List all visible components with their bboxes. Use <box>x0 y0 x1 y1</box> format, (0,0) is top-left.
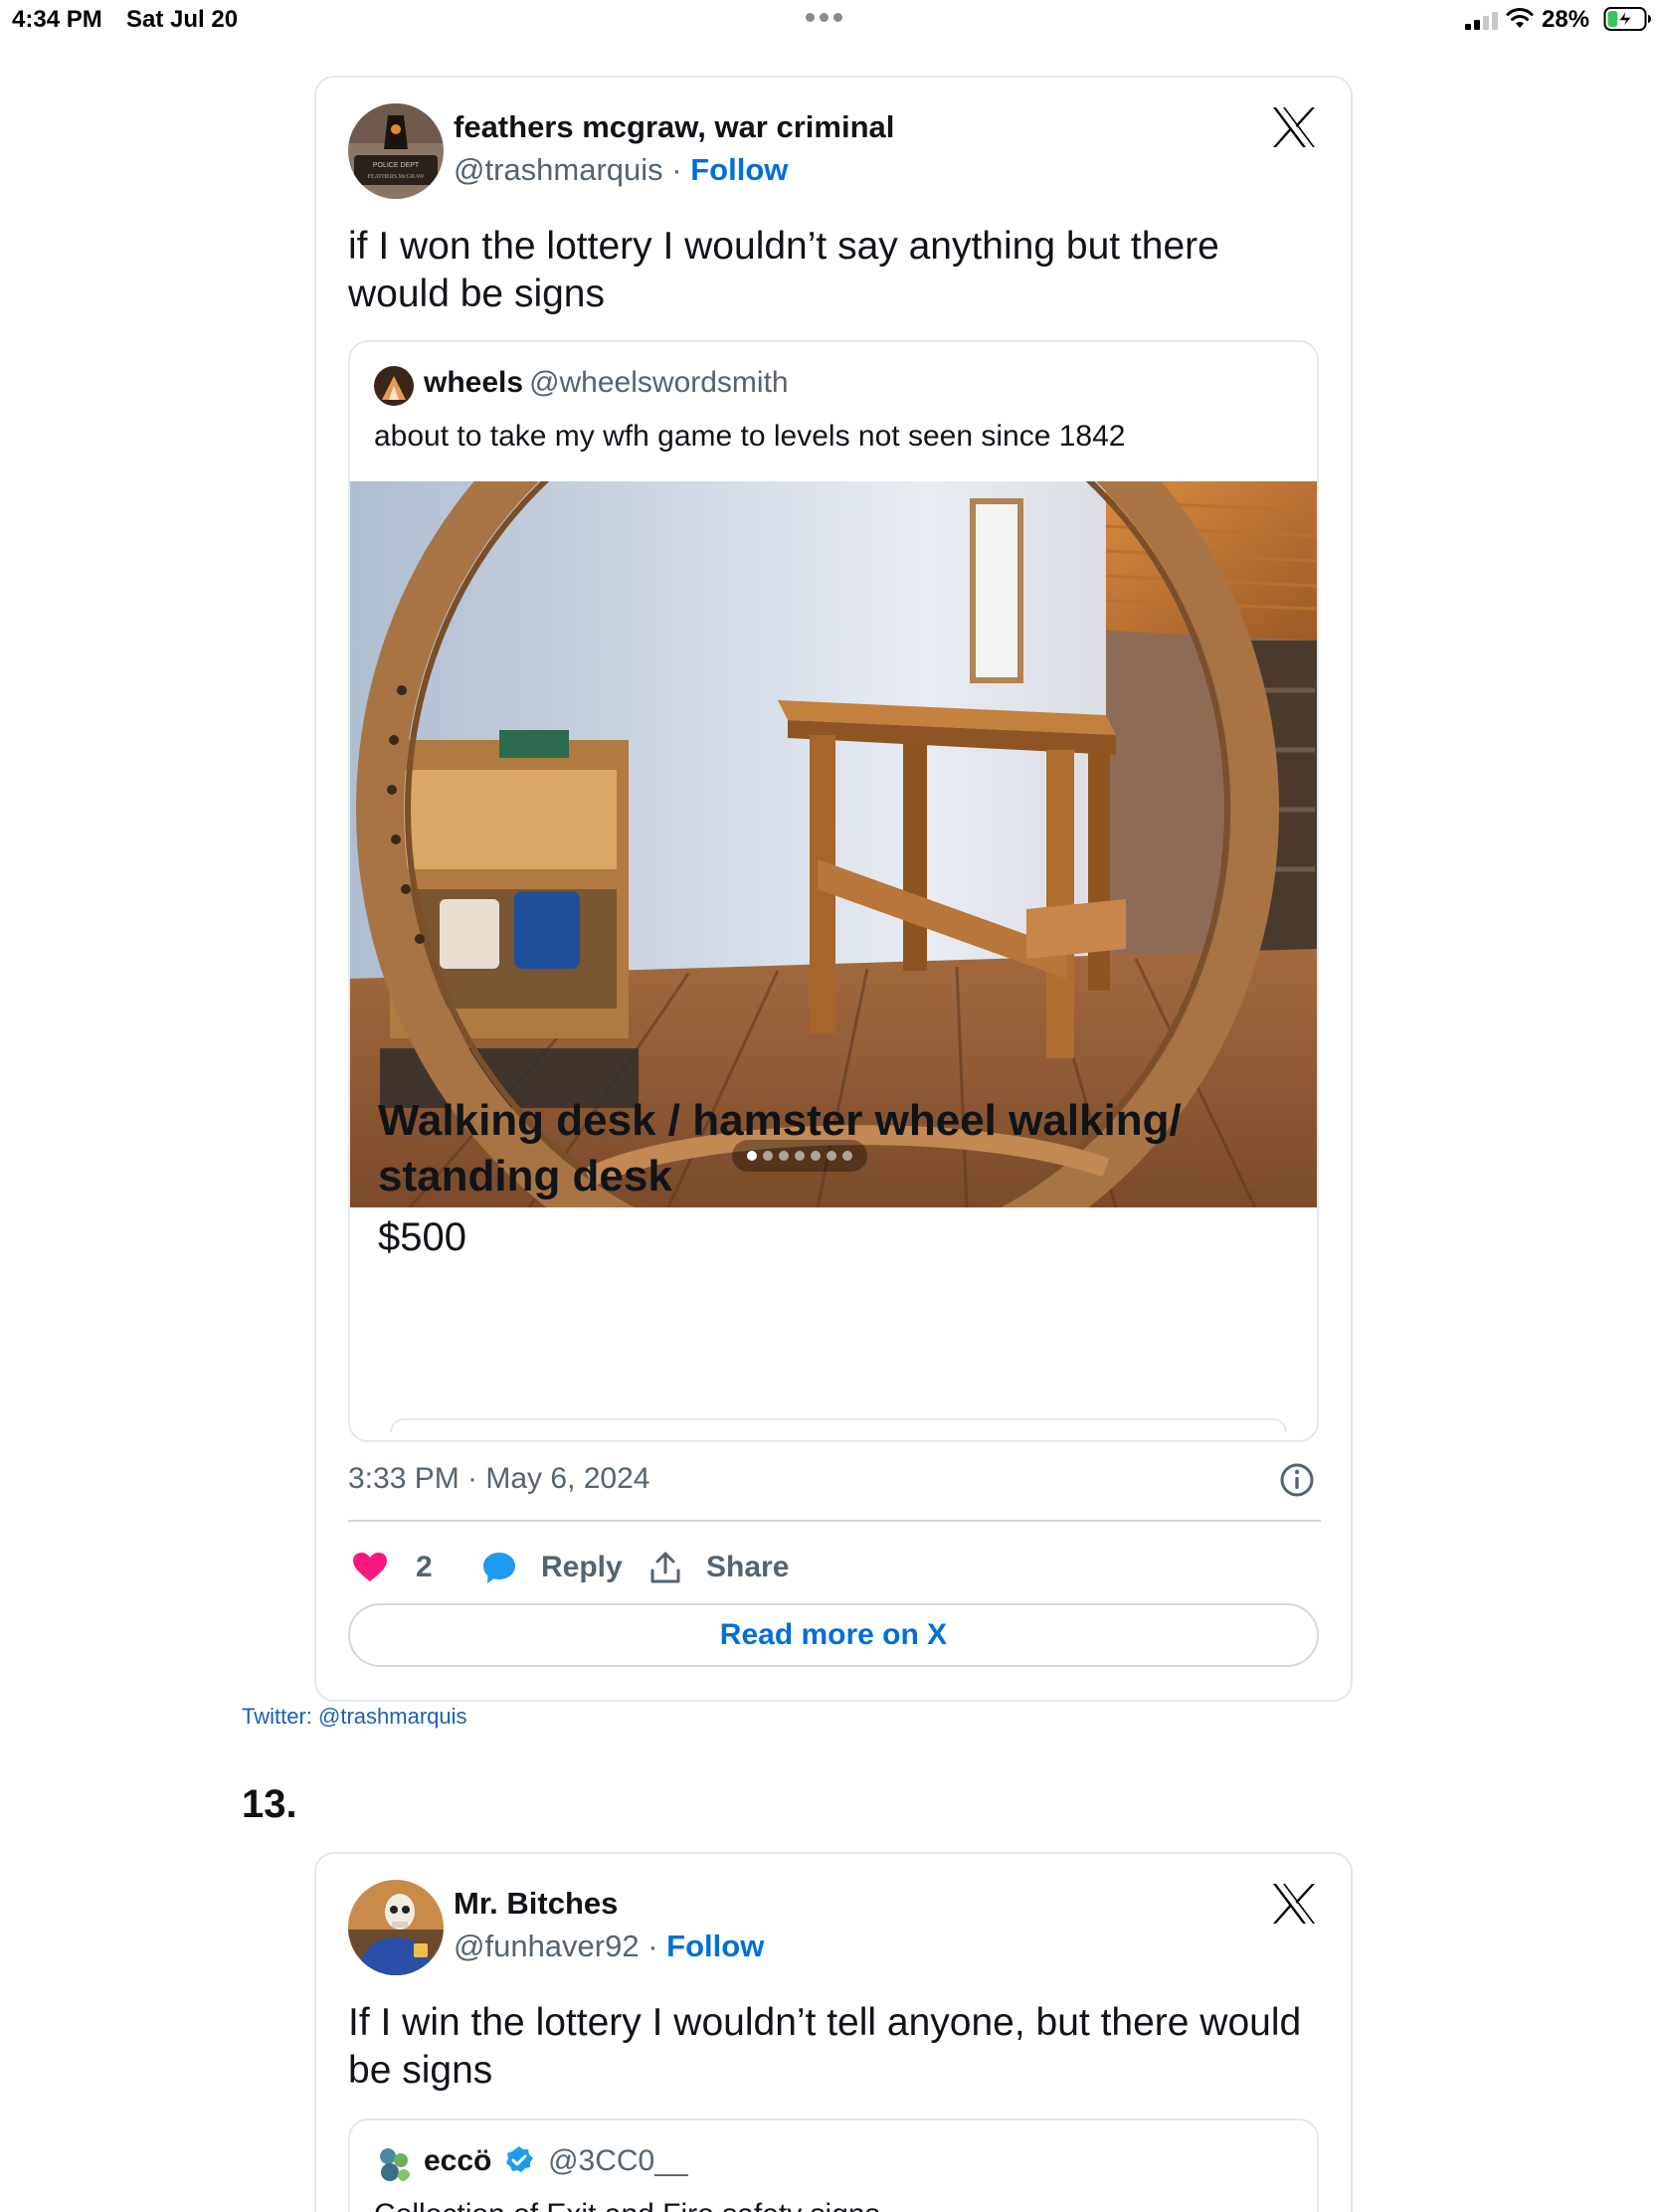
author-handle[interactable]: @trashmarquis <box>454 152 663 187</box>
read-more-button[interactable]: Read more on X <box>348 1603 1319 1667</box>
skeleton-avatar-image <box>348 1880 444 1975</box>
avatar[interactable]: POLICE DEPT FEATHERS McGRAW <box>348 103 444 199</box>
wifi-icon <box>1506 8 1534 28</box>
quoted-tweet-text: Collection of Exit and Fire safety signs <box>374 2198 880 2212</box>
avatar-badge-line1: POLICE DEPT <box>373 162 420 169</box>
quoted-tweet[interactable]: eccö @3CC0__ Collection of Exit and Fire… <box>348 2119 1319 2212</box>
tweet-timestamp[interactable]: 3:33 PM · May 6, 2024 <box>348 1462 650 1496</box>
share-label: Share <box>706 1551 790 1583</box>
quoted-tweet-text: about to take my wfh game to levels not … <box>374 420 1126 453</box>
like-count: 2 <box>416 1551 433 1583</box>
divider <box>348 1520 1321 1522</box>
author-name[interactable]: Mr. Bitches <box>454 1886 618 1922</box>
battery-percent: 28% <box>1542 6 1590 33</box>
follow-button[interactable]: Follow <box>666 1929 764 1963</box>
quoted-author-line: eccö @3CC0__ <box>424 2144 688 2178</box>
quoted-author-name[interactable]: eccö <box>424 2144 491 2177</box>
quoted-avatar-image <box>374 366 414 406</box>
info-icon[interactable] <box>1279 1462 1315 1498</box>
status-date: Sat Jul 20 <box>126 6 239 33</box>
share-button[interactable]: Share <box>648 1546 789 1589</box>
multitasking-dots-icon[interactable] <box>806 9 865 29</box>
source-credit-link[interactable]: Twitter: @trashmarquis <box>242 1704 467 1730</box>
x-logo-icon[interactable] <box>1271 1882 1317 1926</box>
cellular-signal-icon <box>1465 10 1499 30</box>
follow-button[interactable]: Follow <box>690 152 788 187</box>
author-handle[interactable]: @funhaver92 <box>454 1929 640 1963</box>
quoted-author-line: wheels @wheelswordsmith <box>424 366 789 400</box>
status-time: 4:34 PM <box>12 6 102 33</box>
separator-dot: · <box>662 152 691 187</box>
listing-title: Walking desk / hamster wheel walking/ st… <box>378 1096 1182 1200</box>
reply-bubble-icon <box>483 1553 515 1583</box>
quoted-author-handle[interactable]: @wheelswordsmith <box>529 366 789 399</box>
quoted-tweet[interactable]: wheels @wheelswordsmith about to take my … <box>348 340 1319 1442</box>
verified-badge-icon <box>505 2146 533 2172</box>
reply-button[interactable]: Reply <box>481 1546 623 1589</box>
quoted-author-handle[interactable]: @3CC0__ <box>548 2144 688 2177</box>
heart-icon <box>353 1553 387 1581</box>
quoted-avatar[interactable] <box>374 2144 414 2184</box>
list-item-number: 13. <box>242 1782 297 1826</box>
quoted-author-name[interactable]: wheels <box>424 366 523 399</box>
reply-label: Reply <box>541 1551 623 1583</box>
embedded-tweet[interactable]: Mr. Bitches @funhaver92 · Follow If I wi… <box>314 1852 1353 2212</box>
tweet-actions: 2 Reply Share <box>348 1546 1319 1589</box>
author-name[interactable]: feathers mcgraw, war criminal <box>454 109 894 145</box>
status-bar: 4:34 PM Sat Jul 20 28% <box>0 0 1659 40</box>
like-button[interactable]: 2 <box>352 1546 433 1589</box>
avatar[interactable] <box>348 1880 444 1975</box>
quoted-avatar[interactable] <box>374 366 414 406</box>
x-logo-icon[interactable] <box>1271 105 1317 149</box>
share-icon <box>650 1552 680 1583</box>
author-handle-line: @trashmarquis · Follow <box>454 152 788 188</box>
tweet-text: If I win the lottery I wouldn’t tell any… <box>348 2001 1302 2092</box>
author-handle-line: @funhaver92 · Follow <box>454 1929 764 1964</box>
police-badge-avatar-image: POLICE DEPT FEATHERS McGRAW <box>348 103 444 199</box>
avatar-badge-line2: FEATHERS McGRAW <box>367 174 424 180</box>
separator-dot: · <box>639 1929 667 1963</box>
battery-charging-icon <box>1603 7 1651 31</box>
listing-price: $500 <box>378 1215 466 1259</box>
embedded-tweet[interactable]: POLICE DEPT FEATHERS McGRAW feathers mcg… <box>314 76 1353 1702</box>
next-card-peek <box>390 1418 1287 1432</box>
tweet-text: if I won the lottery I wouldn’t say anyt… <box>348 225 1219 315</box>
quoted-avatar-image <box>380 2148 410 2181</box>
